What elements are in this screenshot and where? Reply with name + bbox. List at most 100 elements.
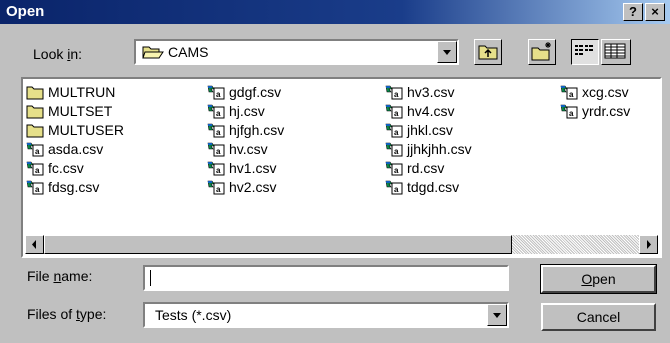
svg-text:a: a (216, 147, 221, 156)
file-item[interactable]: a xcg.csv (560, 83, 630, 102)
up-folder-icon (478, 45, 498, 60)
file-item-label: rd.csv (407, 160, 445, 176)
svg-text:a: a (35, 185, 40, 194)
file-name-label-text-end: ame: (61, 268, 93, 284)
csv-file-icon: a (207, 161, 225, 176)
file-item[interactable]: a tdgd.csv (385, 178, 472, 197)
files-of-type-label: Files of type: (27, 306, 106, 322)
file-item-label: MULTRUN (48, 84, 116, 100)
file-item[interactable]: a asda.csv (26, 140, 124, 159)
csv-file-icon: a (207, 85, 225, 100)
csv-file-icon: a (26, 142, 44, 157)
look-in-label: Look in: (33, 46, 82, 62)
csv-file-icon: a (385, 104, 403, 119)
files-of-type-value: Tests (*.csv) (155, 307, 232, 323)
file-list[interactable]: MULTRUN MULTSET MULTUSER a asda.csv a fc.csv a f… (21, 77, 662, 258)
csv-file-icon: a (385, 142, 403, 157)
svg-text:a: a (216, 166, 221, 175)
svg-text:a: a (394, 109, 399, 118)
file-item[interactable]: a hv.csv (207, 140, 284, 159)
file-item[interactable]: a hv3.csv (385, 83, 472, 102)
folder-item[interactable]: MULTRUN (26, 83, 124, 102)
file-item-label: MULTSET (48, 103, 113, 119)
file-item-label: yrdr.csv (582, 103, 631, 119)
file-item[interactable]: a hj.csv (207, 102, 284, 121)
arrow-right-icon (647, 240, 651, 249)
csv-file-icon: a (560, 85, 578, 100)
file-item-label: hj.csv (229, 103, 265, 119)
csv-file-icon: a (207, 180, 225, 195)
files-of-type-dropdown[interactable]: Tests (*.csv) (143, 302, 509, 328)
csv-file-icon: a (385, 161, 403, 176)
file-item[interactable]: a fc.csv (26, 159, 124, 178)
scroll-right-button[interactable] (639, 235, 658, 254)
file-item-label: MULTUSER (48, 122, 124, 138)
files-of-type-label-text: Files of (27, 306, 77, 322)
file-item[interactable]: a jjhkjhh.csv (385, 140, 472, 159)
up-one-level-button[interactable] (474, 39, 502, 65)
svg-text:a: a (394, 128, 399, 137)
file-column-3: a hv3.csv a hv4.csv a jhkl.csv a jjhkjhh.csv a rd… (385, 83, 472, 197)
file-item[interactable]: a hjfgh.csv (207, 121, 284, 140)
list-view-icon (575, 45, 593, 55)
file-name-label: File name: (27, 268, 92, 284)
scrollbar-thumb[interactable] (44, 235, 512, 254)
file-item[interactable]: a hv4.csv (385, 102, 472, 121)
list-view-button[interactable] (571, 39, 599, 65)
files-of-type-dropdown-arrow[interactable] (487, 304, 507, 326)
open-button-mnemonic: O (581, 271, 593, 287)
file-name-input[interactable] (143, 265, 509, 291)
file-item[interactable]: a hv2.csv (207, 178, 284, 197)
file-column-2: a gdgf.csv a hj.csv a hjfgh.csv a hv.csv a hv1.cs… (207, 83, 284, 197)
file-item[interactable]: a hv1.csv (207, 159, 284, 178)
svg-text:a: a (216, 90, 221, 99)
folder-item[interactable]: MULTUSER (26, 121, 124, 140)
file-item-label: tdgd.csv (407, 179, 460, 195)
svg-text:a: a (35, 166, 40, 175)
file-item-label: hv4.csv (407, 103, 455, 119)
horizontal-scrollbar[interactable] (25, 235, 658, 254)
create-new-folder-button[interactable] (528, 39, 556, 65)
file-item[interactable]: a gdgf.csv (207, 83, 284, 102)
help-button[interactable]: ? (623, 3, 643, 21)
svg-text:a: a (216, 128, 221, 137)
cancel-button[interactable]: Cancel (541, 303, 656, 331)
file-item-label: jjhkjhh.csv (407, 141, 472, 157)
folder-icon (26, 124, 44, 138)
file-item[interactable]: a rd.csv (385, 159, 472, 178)
folder-icon (26, 86, 44, 100)
file-item-label: xcg.csv (582, 84, 629, 100)
csv-file-icon: a (26, 180, 44, 195)
csv-file-icon: a (26, 161, 44, 176)
file-column-1: MULTRUN MULTSET MULTUSER a asda.csv a fc.csv a f… (26, 83, 124, 197)
look-in-dropdown[interactable]: CAMS (134, 39, 459, 65)
open-dialog: Open ? × Look in: CAMS MULTRUN MULTSET M… (0, 0, 670, 343)
file-item-label: gdgf.csv (229, 84, 282, 100)
csv-file-icon: a (207, 123, 225, 138)
scroll-left-button[interactable] (25, 235, 44, 254)
file-name-label-text: File (27, 268, 54, 284)
file-item[interactable]: a yrdr.csv (560, 102, 630, 121)
csv-file-icon: a (385, 180, 403, 195)
svg-text:a: a (394, 90, 399, 99)
open-button-label: pen (592, 271, 616, 287)
file-item-label: hjfgh.csv (229, 122, 285, 138)
file-item-label: fc.csv (48, 160, 84, 176)
svg-text:a: a (394, 147, 399, 156)
details-view-button[interactable] (601, 39, 631, 65)
svg-text:a: a (569, 109, 574, 118)
csv-file-icon: a (385, 85, 403, 100)
file-item[interactable]: a fdsg.csv (26, 178, 124, 197)
csv-file-icon: a (207, 142, 225, 157)
svg-text:a: a (35, 147, 40, 156)
look-in-dropdown-arrow[interactable] (437, 41, 457, 63)
file-item[interactable]: a jhkl.csv (385, 121, 472, 140)
dialog-title: Open (6, 3, 45, 20)
folder-item[interactable]: MULTSET (26, 102, 124, 121)
title-bar[interactable]: Open ? × (0, 0, 670, 24)
csv-file-icon: a (385, 123, 403, 138)
file-item-label: hv2.csv (229, 179, 277, 195)
close-button[interactable]: × (645, 3, 665, 21)
svg-text:a: a (394, 166, 399, 175)
open-button[interactable]: Open (540, 264, 657, 294)
